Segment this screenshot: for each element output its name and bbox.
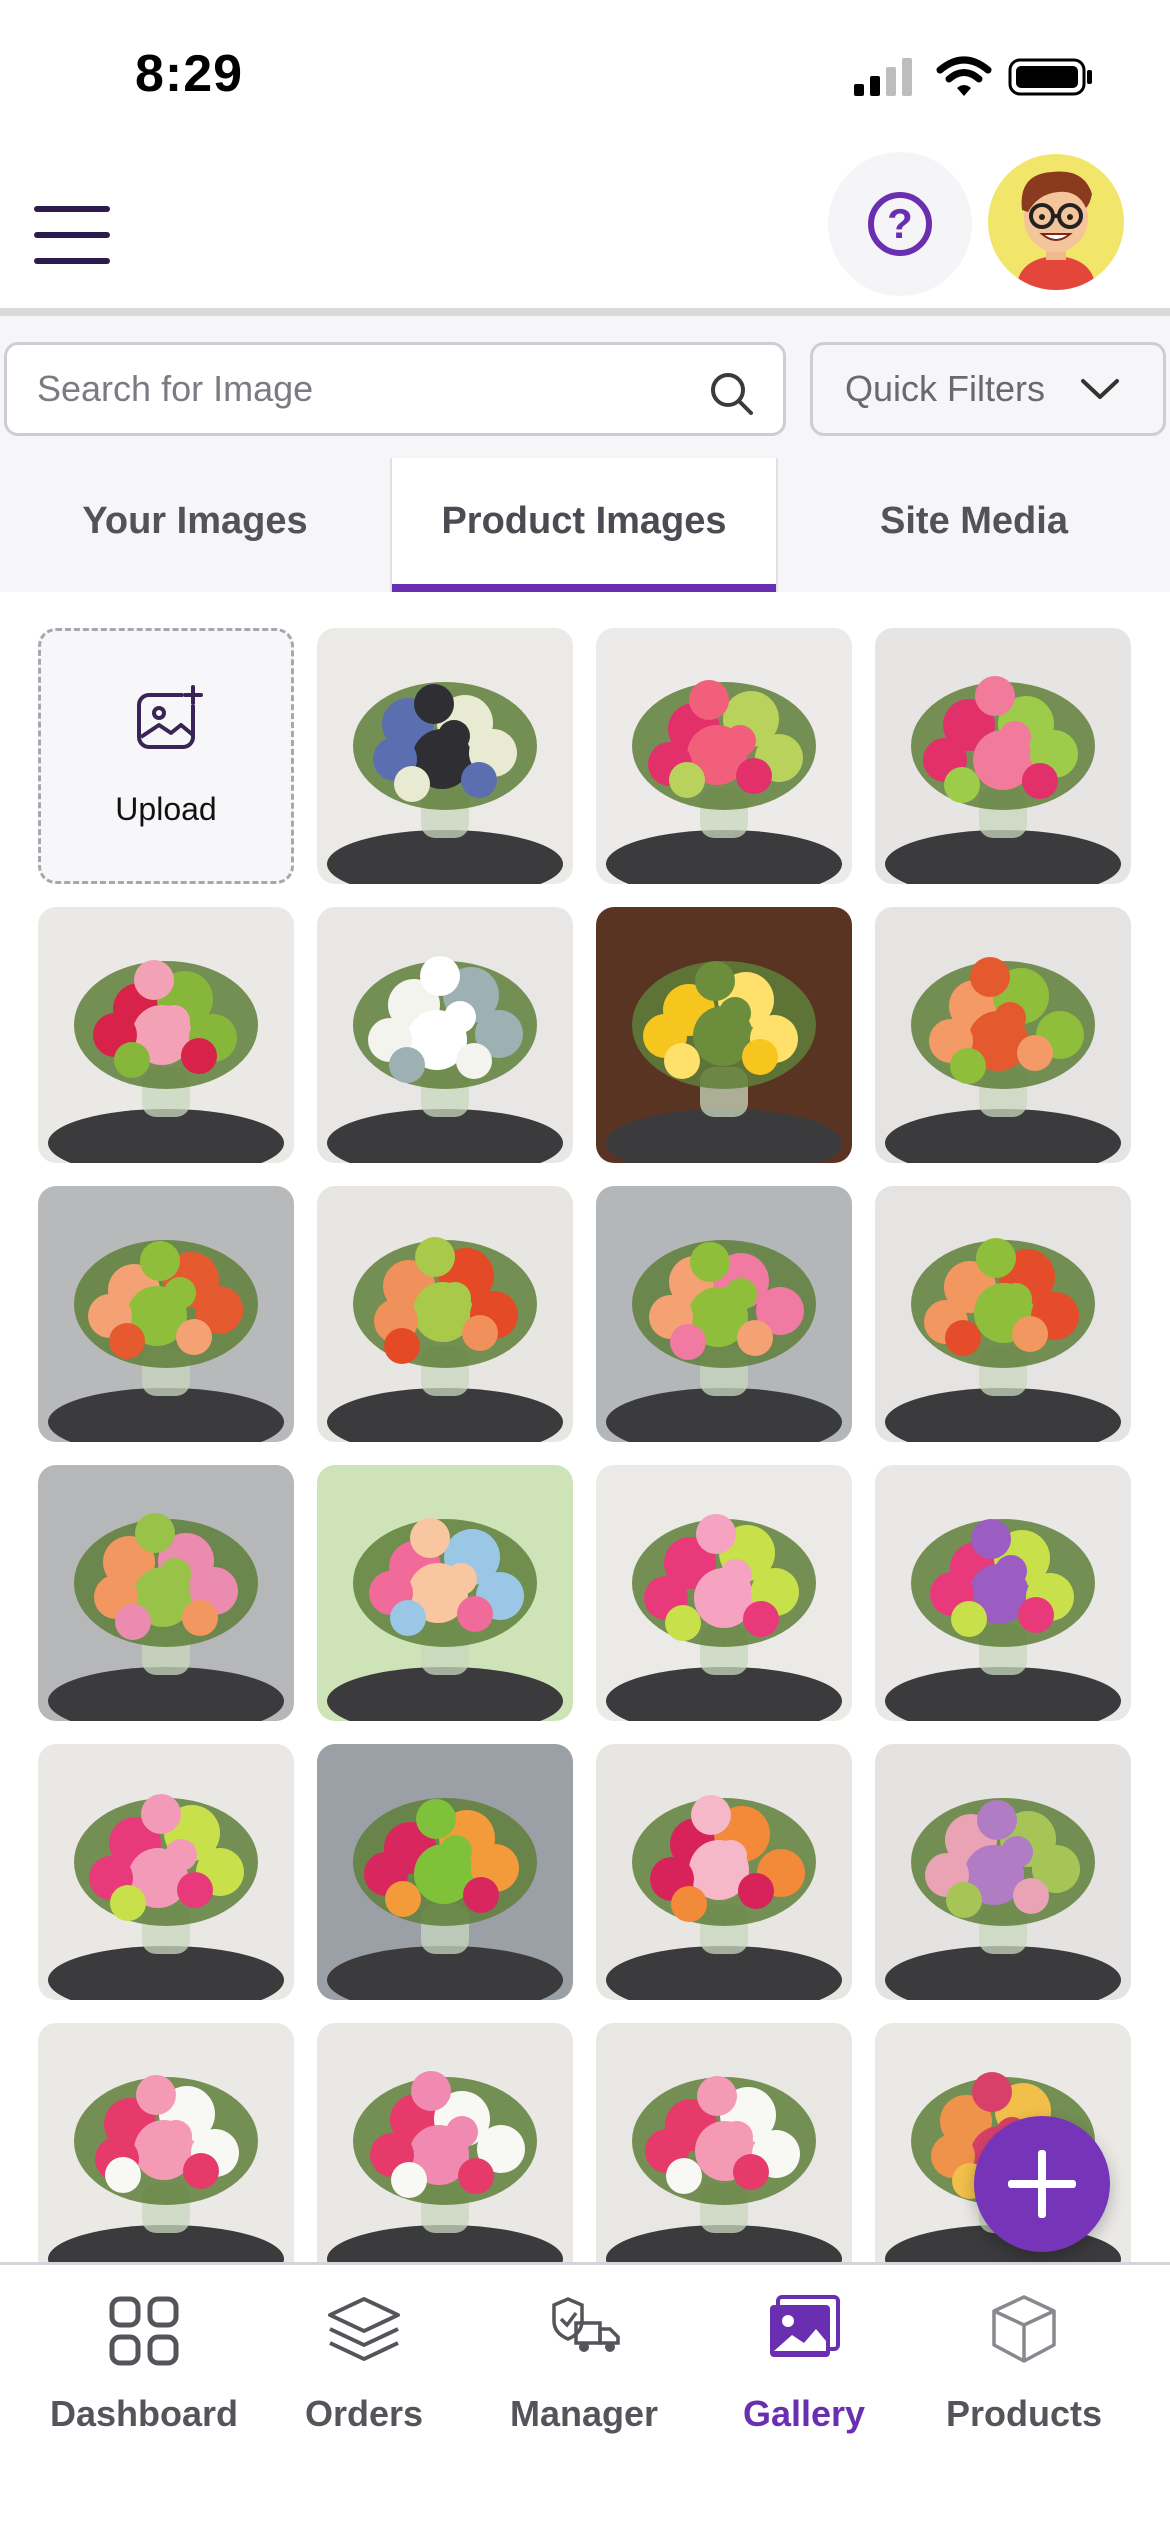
product-image-thumbnail[interactable] [596, 1186, 852, 1442]
product-image-thumbnail[interactable] [596, 1465, 852, 1721]
product-image-thumbnail[interactable] [38, 907, 294, 1163]
product-image-thumbnail[interactable] [317, 1744, 573, 2000]
add-button[interactable] [974, 2116, 1110, 2252]
flower-arrangement-image [875, 907, 1131, 1163]
flower-arrangement-image [317, 1465, 573, 1721]
nav-gallery-label: Gallery [742, 2393, 866, 2434]
product-image-thumbnail[interactable] [38, 2023, 294, 2262]
flower-arrangement-image [38, 2023, 294, 2262]
avatar-icon [1016, 171, 1096, 290]
nav-orders-label: Orders [304, 2393, 424, 2434]
flower-arrangement-image [875, 1744, 1131, 2000]
menu-button[interactable] [28, 200, 114, 270]
flower-arrangement-image [596, 907, 852, 1163]
product-image-thumbnail[interactable] [317, 1465, 573, 1721]
nav-dashboard[interactable]: Dashboard [34, 2283, 254, 2483]
product-image-thumbnail[interactable] [875, 1465, 1131, 1721]
product-image-thumbnail[interactable] [38, 1465, 294, 1721]
product-image-thumbnail[interactable] [596, 628, 852, 884]
product-image-thumbnail[interactable] [38, 1186, 294, 1442]
flower-arrangement-image [596, 628, 852, 884]
search-input[interactable] [37, 345, 677, 433]
upload-tile[interactable]: Upload [38, 628, 294, 884]
plus-icon-bar [1008, 2180, 1076, 2188]
product-image-thumbnail[interactable] [875, 1744, 1131, 2000]
upload-label: Upload [115, 791, 217, 827]
flower-arrangement-image [596, 1465, 852, 1721]
nav-manager[interactable]: Manager [474, 2283, 694, 2483]
product-image-thumbnail[interactable] [875, 907, 1131, 1163]
nav-dashboard-label: Dashboard [49, 2393, 239, 2434]
hamburger-icon-line [34, 258, 110, 264]
battery-icon [1008, 58, 1092, 96]
tab-product-images[interactable]: Product Images [390, 458, 778, 592]
tab-your-images[interactable]: Your Images [0, 458, 390, 592]
hamburger-icon-line [34, 232, 110, 238]
product-image-thumbnail[interactable] [596, 907, 852, 1163]
dashboard-grid-icon [109, 2296, 179, 2366]
status-time: 8:29 [135, 45, 244, 103]
nav-products[interactable]: Products [914, 2283, 1134, 2483]
cube-icon [992, 2295, 1056, 2363]
product-image-thumbnail[interactable] [317, 628, 573, 884]
flower-arrangement-image [875, 1186, 1131, 1442]
flower-arrangement-image [317, 1186, 573, 1442]
flower-arrangement-image [317, 2023, 573, 2262]
chevron-down-icon [1081, 379, 1119, 399]
product-image-thumbnail[interactable] [317, 2023, 573, 2262]
avatar[interactable] [988, 154, 1124, 290]
wifi-icon [936, 56, 992, 96]
flower-arrangement-image [596, 1186, 852, 1442]
signal-icon [854, 58, 912, 96]
quick-filters-dropdown[interactable]: Quick Filters [810, 342, 1166, 436]
product-image-thumbnail[interactable] [596, 1744, 852, 2000]
bottom-nav: Dashboard Orders Manager Gallery Product… [0, 2262, 1170, 2532]
product-image-thumbnail[interactable] [317, 907, 573, 1163]
product-image-thumbnail[interactable] [875, 628, 1131, 884]
search-icon[interactable] [707, 369, 755, 417]
nav-products-label: Products [945, 2393, 1103, 2434]
quick-filters-label: Quick Filters [845, 368, 1046, 409]
layers-icon [328, 2297, 400, 2361]
image-grid: Upload [38, 628, 1134, 2262]
flower-arrangement-image [317, 1744, 573, 2000]
flower-arrangement-image [875, 628, 1131, 884]
help-icon-glyph: ? [887, 200, 913, 247]
header-divider [0, 308, 1170, 316]
flower-arrangement-image [38, 1744, 294, 2000]
app-header: ? [0, 140, 1170, 308]
product-image-thumbnail[interactable] [875, 1186, 1131, 1442]
product-image-thumbnail[interactable] [596, 2023, 852, 2262]
product-image-thumbnail[interactable] [38, 1744, 294, 2000]
flower-arrangement-image [875, 1465, 1131, 1721]
delivery-truck-icon [552, 2297, 620, 2352]
flower-arrangement-image [38, 1186, 294, 1442]
status-bar: 8:29 [0, 0, 1170, 140]
search-field[interactable] [4, 342, 786, 436]
tab-site-media[interactable]: Site Media [778, 458, 1170, 592]
flower-arrangement-image [38, 1465, 294, 1721]
flower-arrangement-image [317, 628, 573, 884]
flower-arrangement-image [317, 907, 573, 1163]
hamburger-icon [34, 206, 110, 212]
flower-arrangement-image [38, 907, 294, 1163]
nav-manager-label: Manager [509, 2393, 659, 2434]
gallery-image-icon [770, 2295, 840, 2357]
product-image-thumbnail[interactable] [317, 1186, 573, 1442]
help-button[interactable]: ? [828, 152, 972, 296]
flower-arrangement-image [596, 1744, 852, 2000]
image-add-icon [137, 685, 203, 749]
flower-arrangement-image [596, 2023, 852, 2262]
nav-gallery[interactable]: Gallery [694, 2283, 914, 2483]
nav-orders[interactable]: Orders [254, 2283, 474, 2483]
